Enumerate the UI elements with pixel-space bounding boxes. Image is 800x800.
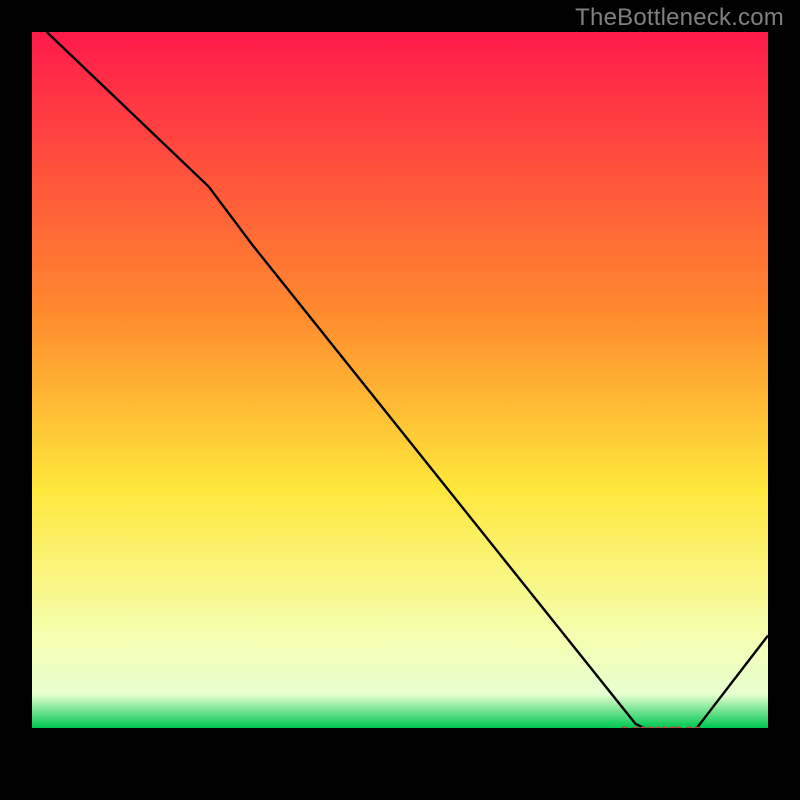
plot-area — [32, 32, 768, 768]
watermark-text: TheBottleneck.com — [575, 4, 784, 32]
chart-frame: TheBottleneck.com — [0, 0, 800, 800]
chart-line-layer — [32, 32, 768, 768]
bottom-black-band — [32, 728, 768, 768]
